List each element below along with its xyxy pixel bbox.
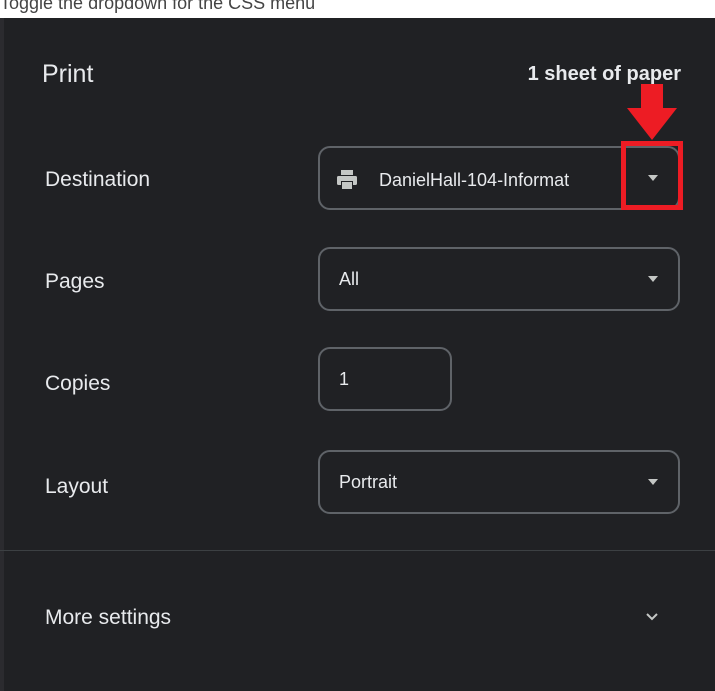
red-highlight-box bbox=[621, 141, 683, 210]
destination-value: DanielHall-104-Informat bbox=[379, 170, 570, 190]
chevron-down-icon[interactable] bbox=[646, 612, 658, 622]
copies-input[interactable]: 1 bbox=[318, 347, 452, 411]
layout-select[interactable]: Portrait bbox=[318, 450, 680, 514]
pages-select[interactable]: All bbox=[318, 247, 680, 311]
sheet-summary: 1 sheet of paper bbox=[527, 63, 681, 85]
copies-label: Copies bbox=[45, 372, 111, 395]
print-dialog-panel: Print 1 sheet of paper Destination Danie… bbox=[0, 18, 715, 691]
printer-icon bbox=[337, 170, 357, 190]
red-arrow-annotation-icon bbox=[627, 84, 677, 140]
more-settings-label: More settings bbox=[45, 606, 172, 629]
layout-dropdown-caret-icon[interactable] bbox=[648, 479, 658, 485]
top-caption-crop: Toggle the dropdown for the CSS menu bbox=[0, 0, 316, 13]
layout-value: Portrait bbox=[339, 472, 398, 492]
destination-label: Destination bbox=[45, 168, 151, 191]
more-settings-row[interactable]: More settings bbox=[0, 588, 715, 642]
copies-value: 1 bbox=[339, 369, 350, 389]
section-divider bbox=[0, 550, 715, 551]
pages-value: All bbox=[339, 269, 360, 289]
pages-dropdown-caret-icon[interactable] bbox=[648, 276, 658, 282]
layout-label: Layout bbox=[45, 475, 109, 498]
print-title: Print bbox=[42, 60, 94, 88]
pages-label: Pages bbox=[45, 270, 105, 293]
